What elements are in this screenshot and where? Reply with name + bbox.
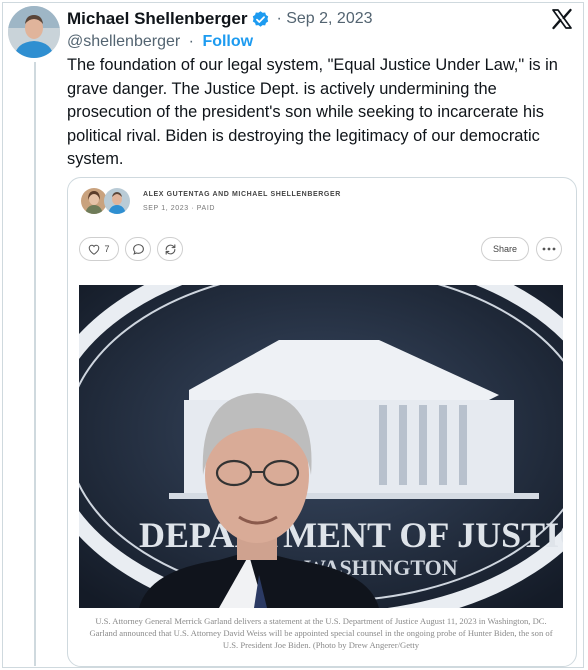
comment-icon[interactable] [125, 237, 151, 261]
article-photo[interactable]: DEPARTMENT OF JUSTICE WASHINGTON [79, 285, 563, 608]
tweet-text: The foundation of our legal system, "Equ… [67, 56, 558, 168]
author-name[interactable]: Michael Shellenberger [67, 9, 247, 29]
follow-button[interactable]: Follow [202, 33, 253, 50]
more-icon[interactable] [536, 237, 562, 261]
restack-icon[interactable] [157, 237, 183, 261]
author-handle[interactable]: @shellenberger [67, 33, 180, 50]
x-logo-icon[interactable] [550, 7, 574, 31]
verified-badge-icon [251, 10, 270, 29]
thread-line [34, 62, 36, 666]
photo-sign-text: DEPARTMENT OF JUSTICE [139, 515, 563, 555]
author-avatar-2 [104, 188, 130, 214]
author-avatar[interactable] [8, 6, 60, 58]
separator-dot: · [188, 33, 194, 50]
tweet-date[interactable]: · Sep 2, 2023 [276, 10, 372, 28]
heart-icon [88, 244, 100, 255]
post-authors[interactable]: ALEX GUTENTAG AND MICHAEL SHELLENBERGER [143, 191, 341, 198]
post-meta: SEP 1, 2023 · PAID [143, 205, 216, 212]
share-button[interactable]: Share [481, 237, 529, 261]
photo-caption: U.S. Attorney General Merrick Garland de… [89, 616, 553, 651]
embedded-post-card[interactable]: ALEX GUTENTAG AND MICHAEL SHELLENBERGER … [67, 177, 577, 667]
like-count: 7 [104, 244, 110, 254]
like-button[interactable]: 7 [79, 237, 119, 261]
